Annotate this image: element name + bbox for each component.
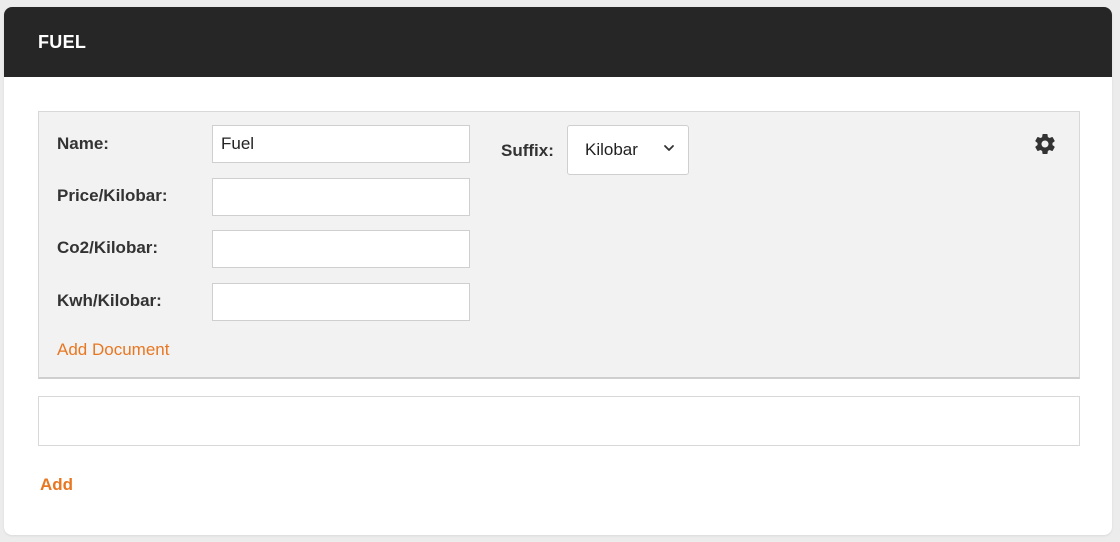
price-label: Price/Kilobar:: [57, 186, 168, 205]
card-header: FUEL: [4, 7, 1112, 77]
co2-label: Co2/Kilobar:: [57, 238, 159, 257]
co2-input[interactable]: [212, 230, 470, 268]
gear-icon[interactable]: [1033, 132, 1057, 156]
suffix-selected-value: Kilobar: [585, 140, 638, 159]
fuel-card: FUEL Name: Price/Kilobar: Co2/Kilobar: K…: [4, 7, 1112, 535]
chevron-down-icon: [664, 145, 674, 151]
kwh-label: Kwh/Kilobar:: [57, 291, 162, 310]
suffix-select[interactable]: Kilobar: [567, 125, 689, 175]
add-document-link[interactable]: Add Document: [57, 340, 169, 360]
name-label: Name:: [57, 134, 109, 153]
kwh-input[interactable]: [212, 283, 470, 321]
suffix-label: Suffix:: [501, 141, 554, 160]
name-input[interactable]: [212, 125, 470, 163]
empty-item-panel: [38, 396, 1080, 446]
price-input[interactable]: [212, 178, 470, 216]
add-link[interactable]: Add: [40, 475, 73, 495]
fuel-item-panel: Name: Price/Kilobar: Co2/Kilobar: Kwh/Ki…: [38, 111, 1080, 379]
card-title: FUEL: [38, 31, 87, 52]
